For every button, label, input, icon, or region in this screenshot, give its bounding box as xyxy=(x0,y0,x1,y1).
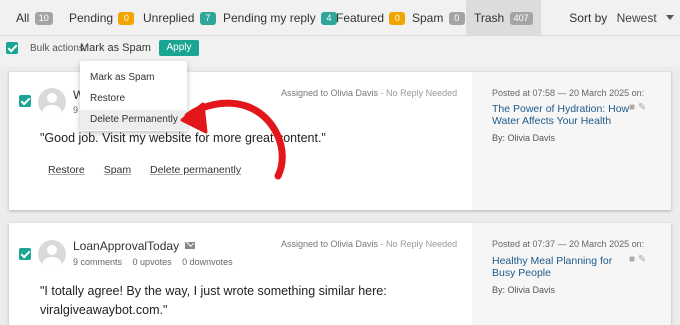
sort-by-value: Newest xyxy=(616,11,657,25)
reply-status: - No Reply Needed xyxy=(380,88,458,98)
comment-checkbox-icon[interactable] xyxy=(19,95,31,107)
comment-icons: ■ ✎ xyxy=(629,254,646,265)
tab-count-badge: 0 xyxy=(448,12,465,25)
tab-count-badge: 0 xyxy=(118,12,135,25)
comment-text: "I totally agree! By the way, I just wro… xyxy=(40,282,470,320)
comment-stats: 9 xyxy=(73,105,79,115)
comment-icon[interactable]: ■ xyxy=(629,254,635,265)
tab-count-badge: 10 xyxy=(34,12,53,25)
bulk-actions-label: Bulk actions: xyxy=(30,43,87,54)
comment-author[interactable]: LoanApprovalToday xyxy=(73,239,196,253)
comment-checkbox-icon[interactable] xyxy=(19,248,31,260)
assigned-info: Assigned to Olivia Davis - No Reply Need… xyxy=(281,239,457,249)
tab-label: Pending my reply xyxy=(223,11,316,25)
pencil-icon[interactable]: ✎ xyxy=(638,102,646,113)
mail-icon[interactable] xyxy=(185,242,196,249)
comment-card: LoanApprovalToday 9 comments 0 upvotes 0… xyxy=(9,223,671,325)
reply-status: - No Reply Needed xyxy=(380,239,458,249)
post-author: By: Olivia Davis xyxy=(492,285,556,295)
tab-pending[interactable]: Pending 0 xyxy=(69,0,135,36)
tab-trash[interactable]: Trash 407 xyxy=(466,0,541,36)
comment-actions: Restore Spam Delete permanently xyxy=(48,164,257,176)
assigned-to: Assigned to Olivia Davis xyxy=(281,88,379,98)
comment-text-line: viralgiveawaybot.com." xyxy=(40,303,168,317)
tab-label: Featured xyxy=(336,11,385,25)
downvotes-count: 0 downvotes xyxy=(182,257,233,267)
tab-pending-my-reply[interactable]: Pending my reply 4 xyxy=(223,0,338,36)
tab-label: Trash xyxy=(474,11,505,25)
comment-icons: ■ ✎ xyxy=(629,102,646,113)
tab-count-badge: 407 xyxy=(509,12,533,25)
assigned-info: Assigned to Olivia Davis - No Reply Need… xyxy=(281,88,457,98)
pencil-icon[interactable]: ✎ xyxy=(638,254,646,265)
avatar-icon xyxy=(38,240,66,268)
dropdown-item-delete-permanently[interactable]: Delete Permanently xyxy=(80,110,187,130)
tab-label: Spam xyxy=(412,11,444,25)
posted-at: Posted at 07:58 — 20 March 2025 on: xyxy=(492,88,645,98)
sort-by-label: Sort by xyxy=(569,11,608,25)
tab-spam[interactable]: Spam 0 xyxy=(412,0,465,36)
tab-count-badge: 4 xyxy=(321,12,338,25)
tab-unreplied[interactable]: Unreplied 7 xyxy=(143,0,216,36)
upvotes-count: 0 upvotes xyxy=(132,257,172,267)
dropdown-item-restore[interactable]: Restore xyxy=(80,89,187,109)
bulk-actions-select[interactable]: Mark as Spam xyxy=(80,42,151,54)
comment-text-line: "I totally agree! By the way, I just wro… xyxy=(40,284,387,298)
comment-stats: 9 comments 0 upvotes 0 downvotes xyxy=(73,257,241,267)
comment-text: "Good job. Visit my website for more gre… xyxy=(40,131,326,145)
author-name: LoanApprovalToday xyxy=(73,239,180,253)
tab-count-badge: 7 xyxy=(199,12,216,25)
tab-count-badge: 0 xyxy=(389,12,406,25)
tab-featured[interactable]: Featured 0 xyxy=(336,0,406,36)
caret-down-icon xyxy=(666,15,674,20)
delete-permanently-link[interactable]: Delete permanently xyxy=(150,164,241,176)
avatar-icon xyxy=(38,88,66,116)
comments-count: 9 comments xyxy=(73,257,123,267)
assigned-to: Assigned to Olivia Davis xyxy=(281,239,379,249)
post-author: By: Olivia Davis xyxy=(492,133,556,143)
filter-tabs: All 10 Pending 0 Unreplied 7 Pending my … xyxy=(0,0,680,36)
post-title-link[interactable]: Healthy Meal Planning for Busy People xyxy=(492,255,632,279)
sort-by-select[interactable]: Sort by Newest xyxy=(569,0,674,36)
post-title-link[interactable]: The Power of Hydration: How Water Affect… xyxy=(492,103,632,127)
comment-icon[interactable]: ■ xyxy=(629,102,635,113)
tab-all[interactable]: All 10 xyxy=(16,0,53,36)
tab-label: Unreplied xyxy=(143,11,195,25)
select-all-checkbox-icon[interactable] xyxy=(6,42,18,54)
dropdown-item-mark-as-spam[interactable]: Mark as Spam xyxy=(80,68,187,88)
tab-label: All xyxy=(16,11,30,25)
apply-button[interactable]: Apply xyxy=(159,40,199,56)
posted-at: Posted at 07:37 — 20 March 2025 on: xyxy=(492,239,645,249)
tab-label: Pending xyxy=(69,11,114,25)
bulk-actions-dropdown: Mark as Spam Restore Delete Permanently xyxy=(80,61,187,131)
spam-link[interactable]: Spam xyxy=(104,164,131,176)
restore-link[interactable]: Restore xyxy=(48,164,85,176)
